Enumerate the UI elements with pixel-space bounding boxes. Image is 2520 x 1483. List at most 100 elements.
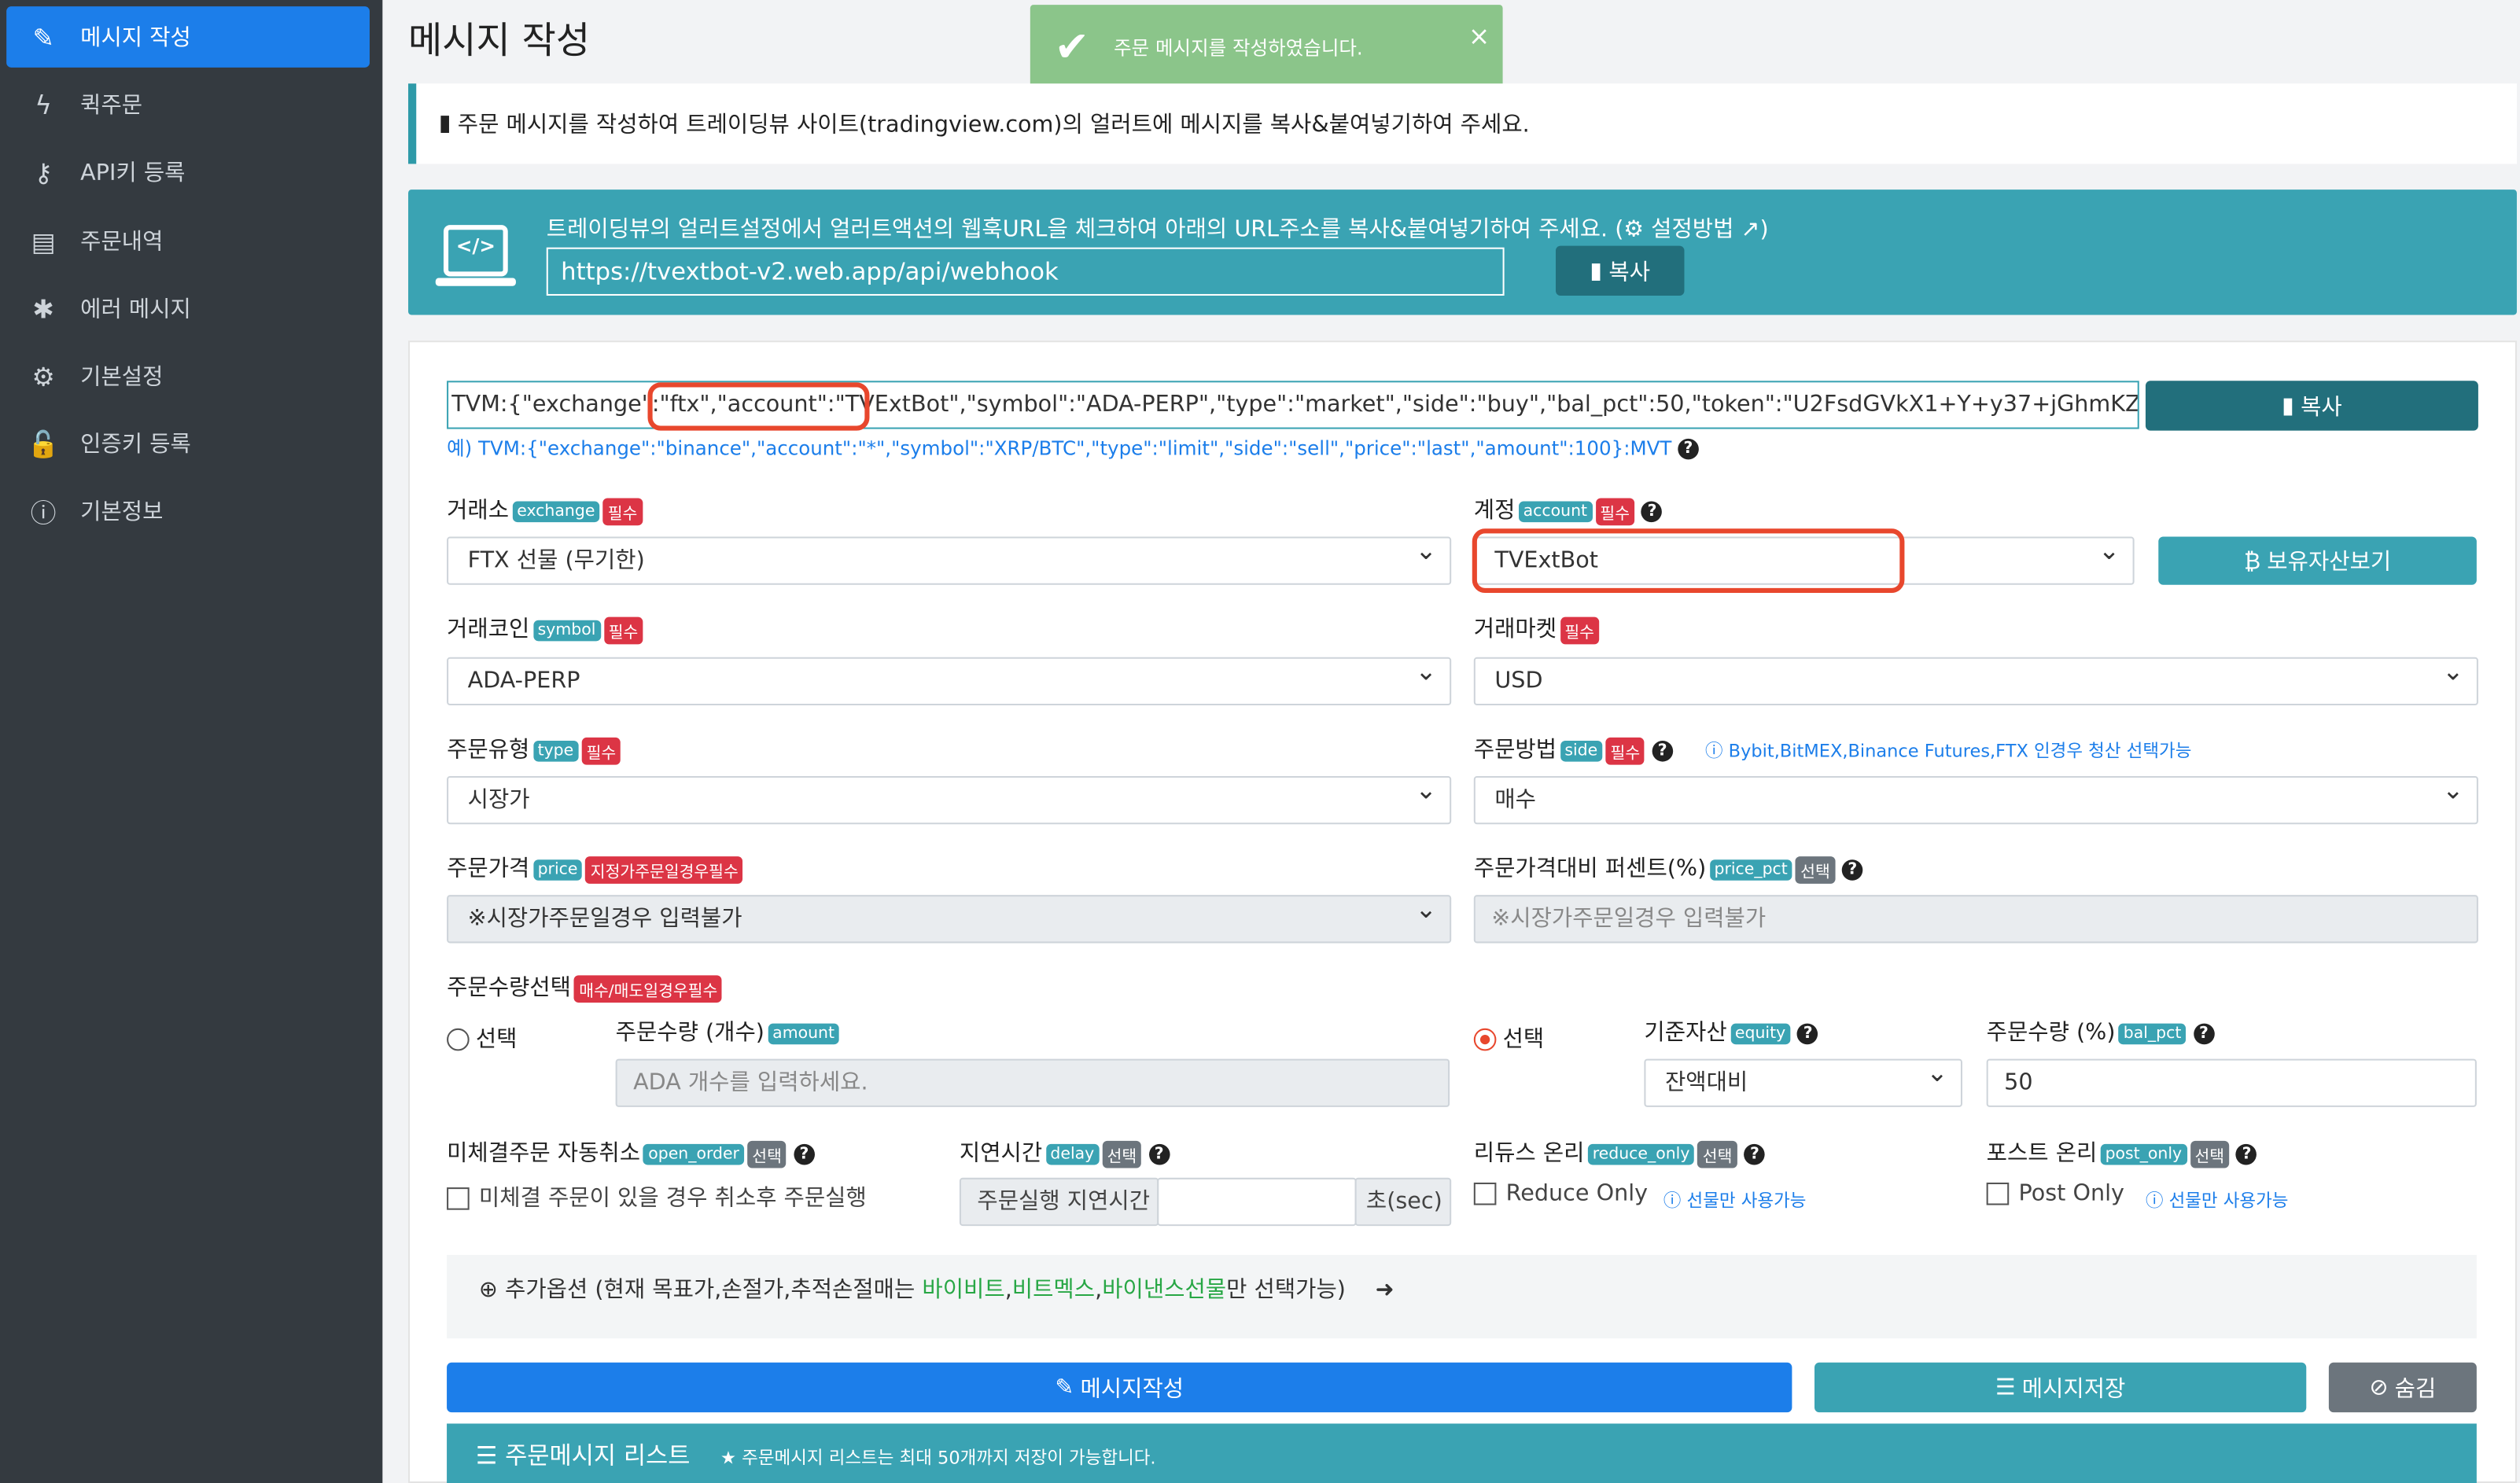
close-icon[interactable]: × — [1468, 21, 1490, 52]
help-icon[interactable]: ? — [1797, 1022, 1819, 1044]
side-select[interactable]: 매수 — [1473, 768, 2478, 825]
bolt-icon: ϟ — [35, 89, 52, 120]
help-icon[interactable]: ? — [794, 1143, 815, 1165]
eye-slash-icon: ⊘ — [2369, 1374, 2389, 1400]
write-label: 메시지작성 — [1080, 1376, 1184, 1402]
exchange-select[interactable]: FTX 선물 (무기한) — [447, 528, 1452, 585]
notice-text: 주문 메시지를 작성하여 트레이딩뷰 사이트(tradingview.com)의… — [457, 112, 1530, 138]
required-tag: 필수 — [1595, 497, 1635, 525]
account-select-highlight-box — [1472, 528, 1905, 594]
post-only-checkbox[interactable]: Post Only — [1986, 1181, 2124, 1207]
account-highlight-box — [647, 382, 870, 431]
bal-pct-input[interactable]: 50 — [1986, 1058, 2477, 1107]
checkbox — [1473, 1182, 1497, 1205]
sidebar-item-settings[interactable]: ⚙ 기본설정 — [6, 345, 370, 407]
bookmark-icon: ▮ — [438, 110, 451, 137]
side-info: ⓘ Bybit,BitMEX,Binance Futures,FTX 인경우 청… — [1705, 741, 2192, 762]
amount-input[interactable]: ADA 개수를 입력하세요. — [615, 1058, 1450, 1107]
add-option-exchange-1: 바이비트 — [922, 1277, 1005, 1304]
hide-label: 숨김 — [2394, 1376, 2437, 1402]
sidebar-item-info[interactable]: ⓘ 기본정보 — [6, 480, 370, 542]
edit-icon: ✎ — [1055, 1374, 1074, 1400]
sidebar-item-order-history[interactable]: ▤ 주문내역 — [6, 211, 370, 272]
copy-webhook-button[interactable]: ▮ 복사 — [1556, 245, 1685, 296]
sidebar-item-quick-order[interactable]: ϟ 퀵주문 — [6, 74, 370, 135]
copy-message-button[interactable]: ▮ 복사 — [2145, 381, 2478, 431]
field-tag: open_order — [643, 1143, 745, 1165]
save-label: 메시지저장 — [2021, 1376, 2126, 1402]
price-pct-input[interactable]: ※시장가주문일경우 입력불가 — [1473, 895, 2478, 944]
help-icon[interactable]: ? — [1641, 500, 1663, 522]
equity-label: 기준자산 equity ? — [1644, 1015, 1819, 1047]
field-tag: bal_pct — [2118, 1022, 2187, 1044]
sidebar-item-message-write[interactable]: ✎ 메시지 작성 — [6, 6, 370, 68]
reduce-only-info: ⓘ 선물만 사용가능 — [1663, 1190, 1807, 1212]
save-message-button[interactable]: ☰ 메시지저장 — [1814, 1362, 2307, 1413]
post-only-info: ⓘ 선물만 사용가능 — [2145, 1190, 2289, 1212]
check-icon: ✔ — [1054, 23, 1090, 72]
example-message: 예) TVM:{"exchange":"binance","account":"… — [447, 436, 1672, 460]
field-tag: equity — [1730, 1022, 1791, 1044]
list-title: 주문메시지 리스트 — [505, 1441, 691, 1470]
side-label: 주문방법 side 필수 ? — [1474, 733, 1673, 765]
sidebar-item-label: 메시지 작성 — [80, 25, 191, 52]
sidebar-item-label: 인증키 등록 — [80, 432, 191, 458]
sidebar-item-auth-key[interactable]: 🔓 인증키 등록 — [6, 413, 370, 474]
additional-options-toggle[interactable]: ⊕ 추가옵션 (현재 목표가,손절가,추적손절매는 바이비트,비트멕스,바이낸스… — [447, 1254, 2477, 1339]
help-icon[interactable]: ? — [1678, 438, 1699, 460]
delay-prefix: 주문실행 지연시간 — [959, 1177, 1159, 1227]
sidebar-item-api-key[interactable]: ⚷ API키 등록 — [6, 142, 370, 203]
setup-guide-link[interactable]: ⚙ 설정방법 ↗ — [1623, 217, 1759, 243]
help-icon[interactable]: ? — [2236, 1143, 2257, 1165]
required-tag: 지정가주문일경우필수 — [585, 856, 743, 883]
symbol-label: 거래코인 symbol 필수 — [447, 613, 643, 645]
hide-button[interactable]: ⊘ 숨김 — [2328, 1362, 2477, 1413]
help-icon[interactable]: ? — [1841, 859, 1863, 880]
field-tag: side — [1560, 739, 1603, 761]
field-tag: reduce_only — [1587, 1143, 1695, 1165]
market-select[interactable]: USD — [1473, 650, 2478, 706]
equity-select[interactable]: 잔액대비 — [1644, 1051, 1962, 1107]
price-select[interactable]: ※시장가주문일경우 입력불가 — [447, 887, 1452, 944]
help-icon[interactable]: ? — [1148, 1143, 1170, 1165]
cogs-icon: ⚙ — [31, 360, 55, 392]
field-tag: symbol — [532, 619, 601, 641]
help-icon[interactable]: ? — [2193, 1022, 2215, 1044]
reduce-only-checkbox[interactable]: Reduce Only — [1473, 1181, 1648, 1207]
webhook-url-field[interactable]: https://tvextbot-v2.web.app/api/webhook — [546, 247, 1505, 296]
sidebar-item-label: 기본정보 — [80, 499, 164, 526]
qty-radio-amount[interactable]: 선택 — [447, 1022, 517, 1054]
field-tag: amount — [768, 1022, 840, 1044]
field-tag: post_only — [2100, 1143, 2187, 1165]
help-icon[interactable]: ? — [1652, 739, 1673, 761]
optional-tag: 선택 — [1697, 1139, 1737, 1168]
account-label: 계정 account 필수 ? — [1474, 493, 1663, 525]
help-icon[interactable]: ? — [1744, 1143, 1766, 1165]
symbol-select[interactable]: ADA-PERP — [447, 650, 1452, 706]
write-message-button[interactable]: ✎ 메시지작성 — [447, 1362, 1792, 1413]
required-tag: 매수/매도일경우필수 — [574, 974, 723, 1003]
sidebar-item-label: API키 등록 — [80, 160, 186, 187]
qty-radio-pct[interactable]: 선택 — [1473, 1022, 1544, 1054]
sidebar-item-label: 기본설정 — [80, 364, 164, 391]
key-icon: ⚷ — [34, 156, 53, 188]
add-option-exchange-3: 바이낸스선물 — [1102, 1277, 1227, 1304]
qty-select-label: 주문수량선택 매수/매도일경우필수 — [447, 970, 723, 1003]
webhook-panel: </> 트레이딩뷰의 얼러트설정에서 얼러트액션의 웹훅URL을 체크하여 아래… — [408, 190, 2517, 315]
delay-input[interactable] — [1157, 1177, 1357, 1227]
add-option-prefix: 추가옵션 (현재 목표가,손절가,추적손절매는 — [505, 1277, 923, 1304]
main-content: 메시지 작성 ✔ 주문 메시지를 작성하였습니다. × ▮ 주문 메시지를 작성… — [382, 0, 2520, 1483]
sidebar-item-label: 주문내역 — [80, 230, 164, 256]
price-pct-label: 주문가격대비 퍼센트(%) price_pct 선택 ? — [1474, 852, 1863, 884]
amount-label: 주문수량 (개수) amount — [616, 1015, 840, 1047]
open-order-label: 미체결주문 자동취소 open_order 선택 ? — [447, 1136, 815, 1168]
view-assets-button[interactable]: ₿ 보유자산보기 — [2158, 536, 2477, 585]
required-tag: 필수 — [603, 616, 643, 644]
open-order-checkbox[interactable]: 미체결 주문이 있을 경우 취소후 주문실행 — [447, 1181, 867, 1213]
edit-icon: ✎ — [32, 21, 54, 53]
add-option-suffix: 만 선택가능) — [1226, 1277, 1346, 1304]
sidebar-item-error-message[interactable]: ✱ 에러 메시지 — [6, 278, 370, 340]
copy-label: 복사 — [1608, 259, 1651, 285]
type-select[interactable]: 시장가 — [447, 768, 1452, 825]
optional-tag: 선택 — [1796, 856, 1835, 883]
